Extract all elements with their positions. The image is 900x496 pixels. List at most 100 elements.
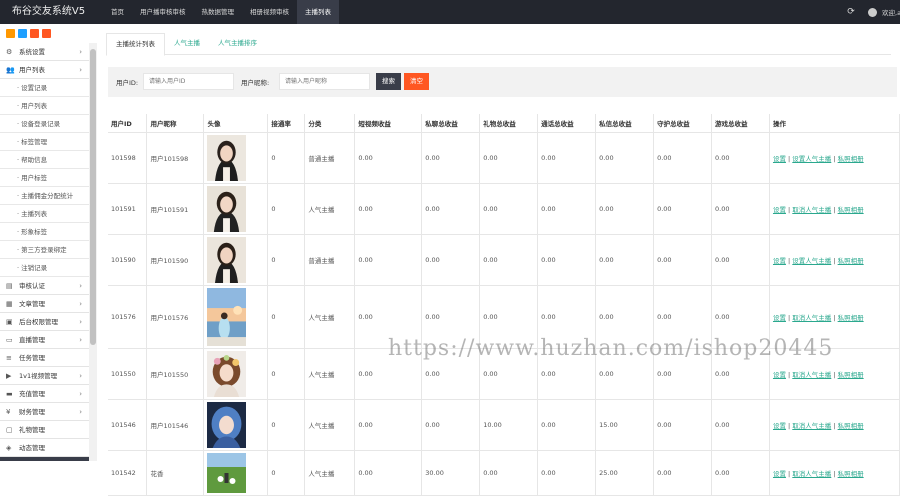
private-album-link[interactable]: 私照相册: [838, 470, 864, 478]
user-id-cell: 101590: [108, 234, 148, 286]
scrollbar-thumb[interactable]: [90, 49, 96, 345]
uid-input[interactable]: [143, 73, 234, 90]
set-link[interactable]: 设置: [773, 155, 786, 163]
reset-button[interactable]: 清空: [404, 73, 429, 90]
popular-toggle-link[interactable]: 设置人气主播: [792, 257, 831, 265]
record-icon[interactable]: [30, 29, 39, 38]
avatar-cell: [203, 450, 269, 496]
popular-toggle-link[interactable]: 取消人气主播: [792, 470, 831, 478]
income-cell: 0.00: [479, 183, 539, 235]
submenu-item[interactable]: · 主播佣金分配统计: [0, 187, 89, 205]
income-cell: 0.00: [354, 450, 423, 496]
private-album-link[interactable]: 私照相册: [838, 206, 864, 214]
set-link[interactable]: 设置: [773, 422, 786, 430]
submenu-item[interactable]: · 用户标签: [0, 169, 89, 187]
sidebar-item-6-menu_bottom[interactable]: ▬ 充值管理 ›: [0, 385, 89, 403]
tab-1[interactable]: 人气主播: [165, 33, 209, 55]
sidebar-item-9-menu_bottom[interactable]: ◈ 动态管理: [0, 439, 89, 457]
popular-toggle-link[interactable]: 取消人气主播: [792, 422, 831, 430]
income-cell: 0.00: [421, 183, 481, 235]
sidebar-item-label: 1v1视频管理: [19, 372, 58, 380]
submenu-item[interactable]: · 用户列表: [0, 97, 89, 115]
operations-cell: 设置 | 取消人气主播 | 私照相册: [769, 450, 900, 496]
set-link[interactable]: 设置: [773, 314, 786, 322]
column-header: 用户昵称: [146, 114, 205, 133]
submenu-item[interactable]: · 帮助信息: [0, 151, 89, 169]
top-nav-item-3[interactable]: 相册视频审核: [242, 0, 297, 24]
avatar-cell: [203, 132, 269, 184]
avatar-icon[interactable]: [868, 7, 877, 17]
operations-cell: 设置 | 取消人气主播 | 私照相册: [769, 183, 900, 235]
sidebar-scrollbar[interactable]: [89, 43, 97, 461]
set-link[interactable]: 设置: [773, 206, 786, 214]
nickname-input[interactable]: [279, 73, 370, 90]
set-link[interactable]: 设置: [773, 371, 786, 379]
sidebar-item-2-menu_bottom[interactable]: ▣ 后台权限管理 ›: [0, 313, 89, 331]
submenu-item[interactable]: · 形象标签: [0, 223, 89, 241]
submenu-item[interactable]: · 注销记录: [0, 259, 89, 277]
sidebar-item-3-menu_bottom[interactable]: ▭ 直播管理 ›: [0, 331, 89, 349]
user-welcome[interactable]: 欢迎,admin: [882, 7, 900, 17]
table-row: 101590 用户101590 0 普通主播 0.00 0.00 0.00 0.00 0.00 0…: [108, 234, 900, 286]
submenu-item[interactable]: · 设备登录记录: [0, 115, 89, 133]
connect-rate-cell: 0: [267, 285, 306, 349]
submenu-item[interactable]: · 设置记录: [0, 79, 89, 97]
search-button[interactable]: 搜索: [376, 73, 401, 90]
sidebar-item-7-menu_bottom[interactable]: ¥ 财务管理 ›: [0, 403, 89, 421]
submenu-label: 主播佣金分配统计: [21, 192, 74, 200]
popular-toggle-link[interactable]: 取消人气主播: [792, 314, 831, 322]
sidebar-item-8-menu_bottom[interactable]: ▢ 礼物管理: [0, 421, 89, 439]
doc-icon[interactable]: [18, 29, 27, 38]
top-nav-item-0[interactable]: 首页: [103, 0, 132, 24]
sidebar-item-0-menu_bottom[interactable]: ▤ 审核认证 ›: [0, 277, 89, 295]
user-id-cell: 101598: [108, 132, 148, 184]
top-nav-item-2[interactable]: 热数据管理: [194, 0, 243, 24]
brand-title: 布谷交友系统V5: [11, 6, 86, 17]
column-header: 短视频收益: [354, 114, 423, 133]
connect-rate-cell: 0: [267, 132, 306, 184]
avatar-meadow: [206, 452, 247, 493]
tab-0[interactable]: 主播统计列表: [106, 33, 165, 56]
private-album-link[interactable]: 私照相册: [838, 422, 864, 430]
set-link[interactable]: 设置: [773, 470, 786, 478]
popular-toggle-link[interactable]: 取消人气主播: [792, 206, 831, 214]
sidebar-item-0-menu_top[interactable]: ⚙ 系统设置 ›: [0, 43, 89, 61]
submenu-item[interactable]: · 第三方登录绑定: [0, 241, 89, 259]
top-nav-item-4[interactable]: 主播列表: [297, 0, 339, 24]
income-cell: 0.00: [354, 132, 423, 184]
income-cell: 0.00: [421, 399, 481, 451]
tab-2[interactable]: 人气主播排序: [209, 33, 266, 55]
set-link[interactable]: 设置: [773, 257, 786, 265]
home-icon[interactable]: [6, 29, 15, 38]
filter-bar: 用户ID: 用户昵称: 搜索 清空: [108, 67, 897, 97]
sidebar-item-4-menu_bottom[interactable]: ≡ 任务管理: [0, 349, 89, 367]
table-row: 101546 用户101546 0 人气主播 0.00 0.00 10.00 0.00 15.0…: [108, 399, 900, 451]
sidebar-item-1-menu_bottom[interactable]: ▦ 文章管理 ›: [0, 295, 89, 313]
delete-icon[interactable]: [42, 29, 51, 38]
refresh-icon[interactable]: ⟳: [846, 7, 856, 17]
popular-toggle-link[interactable]: 设置人气主播: [792, 155, 831, 163]
private-album-link[interactable]: 私照相册: [838, 155, 864, 163]
main-content: 主播统计列表人气主播人气主播排序 用户ID: 用户昵称: 搜索 清空 用户ID用…: [97, 24, 900, 496]
category-cell: 人气主播: [304, 450, 356, 496]
income-cell: 0.00: [595, 132, 655, 184]
folder-icon: ▣: [6, 318, 13, 326]
id-card-icon: ▤: [6, 282, 13, 290]
user-id-cell: 101591: [108, 183, 148, 235]
submenu-label: 设备登录记录: [21, 120, 61, 128]
sidebar-item-1-menu_top[interactable]: 👥 用户列表 ›: [0, 61, 89, 79]
private-album-link[interactable]: 私照相册: [838, 257, 864, 265]
income-cell: 0.00: [653, 450, 713, 496]
sidebar-item-5-menu_bottom[interactable]: ▶ 1v1视频管理 ›: [0, 367, 89, 385]
popular-toggle-link[interactable]: 取消人气主播: [792, 371, 831, 379]
sidebar-item-label: 系统设置: [19, 48, 45, 56]
avatar-girl-3: [203, 236, 250, 283]
nickname-cell: 用户101576: [146, 285, 205, 349]
submenu-item[interactable]: · 标签管理: [0, 133, 89, 151]
private-album-link[interactable]: 私照相册: [838, 371, 864, 379]
avatar-cell: [203, 348, 269, 400]
nickname-cell: 用户101598: [146, 132, 205, 184]
top-nav-item-1[interactable]: 用户播审核审核: [132, 0, 194, 24]
private-album-link[interactable]: 私照相册: [838, 314, 864, 322]
submenu-item[interactable]: · 主播列表: [0, 205, 89, 223]
